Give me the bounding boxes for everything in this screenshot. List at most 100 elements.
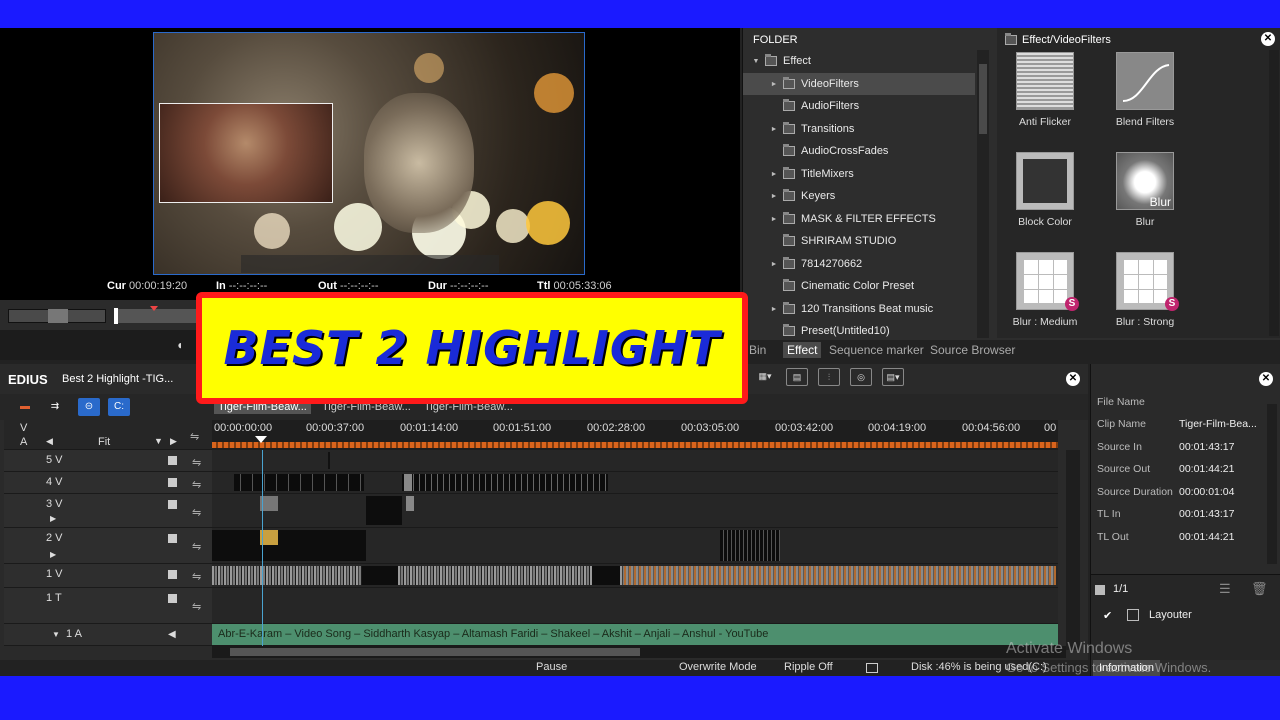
track-1a[interactable]: ▼ 1 A ◀	[4, 624, 212, 646]
track-swap-icon[interactable]: ⇋	[192, 540, 201, 553]
track-mute-icon[interactable]	[168, 534, 177, 543]
tree-item-shriram[interactable]: SHRIRAM STUDIO	[743, 230, 975, 252]
track-2v[interactable]: 2 V ⇋ ▶	[4, 528, 212, 564]
trash-icon[interactable]: 🗑	[1251, 581, 1268, 597]
track-mute-icon[interactable]	[168, 478, 177, 487]
expand-icon[interactable]: ▼	[751, 58, 761, 65]
edit-mode[interactable]: Overwrite Mode	[679, 661, 757, 673]
track-5v[interactable]: 5 V ⇋	[4, 450, 212, 472]
track-mute-icon[interactable]	[168, 570, 177, 579]
folder-tree: FOLDER ▼ Effect ► VideoFilters AudioFilter…	[743, 28, 991, 338]
close-icon[interactable]: ✕	[1259, 372, 1273, 386]
expand-icon[interactable]: ▶	[50, 514, 56, 523]
track-swap-icon[interactable]: ⇋	[192, 506, 201, 519]
chevron-down-icon[interactable]: ▼	[154, 436, 163, 446]
expand-icon[interactable]: ►	[769, 306, 779, 313]
folder-scroll-thumb[interactable]	[979, 64, 987, 134]
collapse-icon[interactable]: ▼	[52, 630, 60, 639]
tab-bin[interactable]: Bin	[745, 342, 770, 358]
close-icon[interactable]: ✕	[1261, 32, 1275, 46]
chevron-right-icon[interactable]: ▶	[170, 436, 177, 447]
track-swap-icon[interactable]: ⇋	[192, 478, 201, 491]
tree-item-videofilters[interactable]: ► VideoFilters	[743, 73, 975, 95]
lane-4v[interactable]	[212, 472, 1058, 494]
track-mute-icon[interactable]	[168, 500, 177, 509]
expand-icon[interactable]: ►	[769, 126, 779, 133]
tree-item-mask-filter[interactable]: ► MASK & FILTER EFFECTS	[743, 208, 975, 230]
track-swap-icon[interactable]: ⇋	[192, 456, 201, 469]
track-1v[interactable]: 1 V ⇋	[4, 564, 212, 588]
tree-item-audiofilters[interactable]: AudioFilters	[743, 95, 975, 117]
tree-item-titlemixers[interactable]: ► TitleMixers	[743, 163, 975, 185]
lane-1a[interactable]: Abr-E-Karam – Video Song – Siddharth Kas…	[212, 624, 1058, 646]
lane-2v[interactable]	[212, 528, 1058, 564]
position-playhead[interactable]	[114, 308, 118, 324]
expand-icon[interactable]: ▶	[50, 550, 56, 559]
s-badge: S	[1065, 297, 1079, 311]
tree-item-cinematic[interactable]: Cinematic Color Preset	[743, 275, 975, 297]
expand-icon[interactable]: ►	[769, 171, 779, 178]
timeline-vscroll[interactable]	[1066, 450, 1080, 650]
zoom-select[interactable]: Fit	[98, 436, 110, 448]
tree-item-keyers[interactable]: ► Keyers	[743, 185, 975, 207]
ripple-mode[interactable]: Ripple Off	[784, 661, 833, 673]
tree-item-120-transitions[interactable]: ► 120 Transitions Beat music	[743, 298, 975, 320]
link-icon[interactable]: ⊝	[78, 398, 100, 416]
effect-blur-medium[interactable]: S Blur : Medium	[1005, 252, 1085, 328]
list-icon[interactable]: ☰	[1219, 581, 1231, 597]
tab-source-browser[interactable]: Source Browser	[926, 342, 1019, 358]
expand-icon[interactable]: ►	[769, 193, 779, 200]
time-ruler[interactable]: 00:00:00:00 00:00:37:00 00:01:14:00 00:0…	[212, 420, 1058, 450]
preview-frame[interactable]	[153, 32, 585, 275]
mixer-icon[interactable]: ⫶	[818, 368, 840, 386]
track-mute-icon[interactable]	[168, 456, 177, 465]
track-3v[interactable]: 3 V ⇋ ▶	[4, 494, 212, 528]
track-mute-icon[interactable]	[168, 594, 177, 603]
group-icon[interactable]: C:	[108, 398, 130, 416]
mark-icon[interactable]: ◖	[176, 338, 183, 352]
track-swap-icon[interactable]: ⇋	[192, 600, 201, 613]
tab-sequence-marker[interactable]: Sequence marker	[825, 342, 928, 358]
expand-icon[interactable]: ►	[769, 216, 779, 223]
close-icon[interactable]: ✕	[1066, 372, 1080, 386]
effect-blur-strong[interactable]: S Blur : Strong	[1105, 252, 1185, 328]
track-1t[interactable]: 1 T ⇋	[4, 588, 212, 624]
expand-icon[interactable]: ►	[769, 81, 779, 88]
track-4v[interactable]: 4 V ⇋	[4, 472, 212, 494]
playhead-line[interactable]	[262, 450, 263, 646]
chevron-left-icon[interactable]: ◀	[46, 436, 53, 447]
sync-lock-icon[interactable]: ⇉	[44, 398, 66, 416]
marker-icon[interactable]: ▤▾	[882, 368, 904, 386]
effect-scrollbar[interactable]	[1269, 50, 1279, 336]
tree-item-effect[interactable]: ▼ Effect	[743, 50, 975, 72]
lane-5v[interactable]	[212, 450, 1058, 472]
insert-mode-icon[interactable]: ▦▾	[754, 368, 776, 386]
effect-blur[interactable]: Blur Blur	[1105, 152, 1185, 228]
checkbox-icon[interactable]: ✔	[1103, 609, 1115, 622]
timeline-window: EDIUS Best 2 Highlight -TIG... ▦▾ ▤ ⫶ ◎ …	[0, 364, 1088, 676]
info-scrollbar[interactable]	[1267, 404, 1277, 564]
tree-item-preset[interactable]: Preset(Untitled10)	[743, 320, 975, 342]
tab-effect[interactable]: Effect	[783, 342, 822, 358]
lane-1v[interactable]	[212, 564, 1058, 588]
tree-item-number[interactable]: ► 7814270662	[743, 253, 975, 275]
ripple-icon[interactable]: ▬	[14, 398, 36, 416]
effect-blend-filters[interactable]: Blend Filters	[1105, 52, 1185, 128]
track-swap-icon[interactable]: ⇋	[192, 570, 201, 583]
tree-item-transitions[interactable]: ► Transitions	[743, 118, 975, 140]
folder-icon	[783, 189, 795, 201]
sync-icon[interactable]: ⇋	[190, 430, 199, 443]
lane-1t[interactable]	[212, 588, 1058, 624]
tree-item-audiocrossfades[interactable]: AudioCrossFades	[743, 140, 975, 162]
waveform-icon[interactable]: ▤	[786, 368, 808, 386]
speaker-icon[interactable]: ◀	[168, 629, 176, 640]
timeline-hscroll-thumb[interactable]	[230, 648, 640, 656]
layouter-label[interactable]: Layouter	[1149, 609, 1192, 621]
lane-3v[interactable]	[212, 494, 1058, 528]
snapshot-icon[interactable]: ◎	[850, 368, 872, 386]
shuttle-knob[interactable]	[48, 309, 68, 323]
effect-anti-flicker[interactable]: Anti Flicker	[1005, 52, 1085, 128]
effect-block-color[interactable]: Block Color	[1005, 152, 1085, 228]
playhead-icon[interactable]	[255, 436, 267, 443]
expand-icon[interactable]: ►	[769, 261, 779, 268]
